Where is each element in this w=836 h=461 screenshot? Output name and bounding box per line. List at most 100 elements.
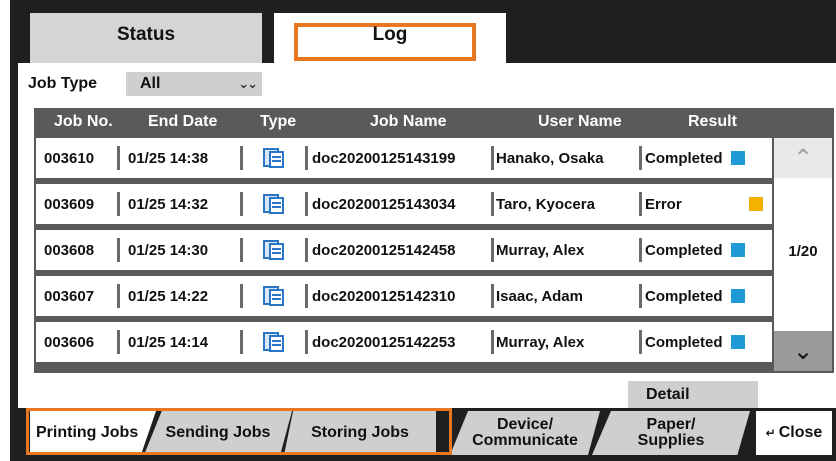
- column-separator: [117, 284, 120, 308]
- job-no: 003610: [44, 149, 95, 167]
- tab-device-line2: Communicate: [472, 432, 578, 449]
- column-header-job-name: Job Name: [370, 113, 447, 130]
- tab-device-line1: Device/: [496, 416, 554, 433]
- chevron-down-icon: ⌄: [792, 337, 814, 365]
- job-type-label: Job Type: [28, 75, 98, 92]
- tab-paper-supplies[interactable]: Paper/ Supplies: [592, 411, 750, 455]
- column-separator: [491, 238, 494, 262]
- tab-device-communicate[interactable]: Device/ Communicate: [450, 411, 600, 455]
- job-type-select[interactable]: All ⌄⌄: [126, 72, 262, 96]
- print-job-icon: [263, 193, 285, 215]
- column-separator: [240, 284, 243, 308]
- result-text: Error: [645, 195, 682, 213]
- tab-storing-jobs[interactable]: Storing Jobs: [284, 411, 436, 455]
- status-indicator: [730, 243, 745, 257]
- table-row[interactable]: 003610 01/25 14:38 doc20200125143199 Han…: [36, 138, 772, 178]
- column-header-type: Type: [260, 113, 297, 130]
- column-separator: [639, 330, 642, 354]
- type-cell: [263, 138, 285, 178]
- user-name: Murray, Alex: [496, 241, 585, 259]
- status-indicator: [730, 289, 745, 303]
- end-date: 01/25 14:30: [128, 241, 209, 259]
- job-no: 003607: [44, 287, 95, 305]
- job-name: doc20200125142253: [312, 333, 456, 351]
- print-job-icon: [263, 331, 285, 353]
- table-row[interactable]: 003608 01/25 14:30 doc20200125142458 Mur…: [36, 230, 772, 270]
- type-cell: [263, 230, 285, 270]
- job-name: doc20200125143199: [312, 149, 456, 167]
- print-job-icon: [263, 239, 285, 261]
- column-header-user-name: User Name: [538, 113, 622, 130]
- close-button[interactable]: ↵ Close: [756, 411, 832, 455]
- type-cell: [263, 322, 285, 362]
- result-cell: Completed: [645, 138, 745, 178]
- result-text: Completed: [645, 149, 723, 167]
- double-chevron-down-icon: ⌄⌄: [238, 76, 258, 91]
- bottom-tab-bar: Printing Jobs Sending Jobs Storing Jobs …: [18, 408, 836, 461]
- close-label: Close: [778, 424, 823, 441]
- status-indicator: [749, 197, 763, 211]
- end-date: 01/25 14:32: [128, 195, 209, 213]
- scroll-down-button[interactable]: ⌄: [774, 331, 832, 371]
- tab-status[interactable]: Status: [30, 13, 262, 65]
- column-header-job-no: Job No.: [54, 113, 113, 130]
- result-cell: Completed: [645, 230, 745, 270]
- column-separator: [305, 146, 308, 170]
- tab-printing-jobs-label: Printing Jobs: [36, 424, 139, 441]
- print-job-icon: [263, 147, 285, 169]
- column-separator: [240, 330, 243, 354]
- tab-log[interactable]: Log: [274, 13, 506, 65]
- result-text: Completed: [645, 241, 723, 259]
- column-header-end-date: End Date: [148, 113, 218, 130]
- job-type-value: All: [140, 75, 161, 92]
- column-separator: [639, 284, 642, 308]
- column-separator: [491, 146, 494, 170]
- column-separator: [117, 146, 120, 170]
- type-cell: [263, 276, 285, 316]
- job-no: 003608: [44, 241, 95, 259]
- tab-sending-jobs-label: Sending Jobs: [165, 424, 271, 441]
- end-date: 01/25 14:14: [128, 333, 209, 351]
- result-cell: Error: [645, 184, 763, 224]
- job-log-list: Job No. End Date Type Job Name User Name…: [34, 108, 834, 373]
- user-name: Murray, Alex: [496, 333, 585, 351]
- column-separator: [240, 192, 243, 216]
- table-row[interactable]: 003607 01/25 14:22 doc20200125142310 Isa…: [36, 276, 772, 316]
- column-separator: [117, 192, 120, 216]
- result-text: Completed: [645, 287, 723, 305]
- scrollbar[interactable]: ⌃ 1/20 ⌄: [774, 138, 832, 371]
- detail-button[interactable]: Detail: [628, 381, 758, 409]
- column-separator: [639, 192, 642, 216]
- table-row[interactable]: 003609 01/25 14:32 doc20200125143034 Tar…: [36, 184, 772, 224]
- end-date: 01/25 14:22: [128, 287, 209, 305]
- status-indicator: [730, 151, 745, 165]
- tab-printing-jobs[interactable]: Printing Jobs: [30, 411, 156, 455]
- scroll-up-button[interactable]: ⌃: [774, 138, 832, 178]
- column-separator: [639, 238, 642, 262]
- tab-status-label: Status: [116, 24, 176, 45]
- job-type-filter: Job Type All ⌄⌄: [28, 71, 262, 97]
- return-arrow-icon: ↵: [765, 426, 776, 440]
- tab-log-label: Log: [372, 24, 408, 45]
- user-name: Hanako, Osaka: [496, 149, 604, 167]
- column-separator: [240, 146, 243, 170]
- column-separator: [491, 330, 494, 354]
- column-header-result: Result: [688, 113, 737, 130]
- table-header: Job No. End Date Type Job Name User Name…: [34, 108, 834, 136]
- table-row[interactable]: 003606 01/25 14:14 doc20200125142253 Mur…: [36, 322, 772, 362]
- result-text: Completed: [645, 333, 723, 351]
- tab-device-label: Device/ Communicate: [472, 417, 578, 449]
- chevron-up-icon: ⌃: [792, 144, 814, 172]
- column-separator: [117, 330, 120, 354]
- result-cell: Completed: [645, 276, 745, 316]
- tab-sending-jobs[interactable]: Sending Jobs: [144, 411, 292, 455]
- user-name: Taro, Kyocera: [496, 195, 595, 213]
- job-name: doc20200125142458: [312, 241, 456, 259]
- job-name: doc20200125142310: [312, 287, 456, 305]
- column-separator: [491, 192, 494, 216]
- job-no: 003609: [44, 195, 95, 213]
- user-name: Isaac, Adam: [496, 287, 583, 305]
- column-separator: [305, 238, 308, 262]
- job-name: doc20200125143034: [312, 195, 456, 213]
- column-separator: [305, 330, 308, 354]
